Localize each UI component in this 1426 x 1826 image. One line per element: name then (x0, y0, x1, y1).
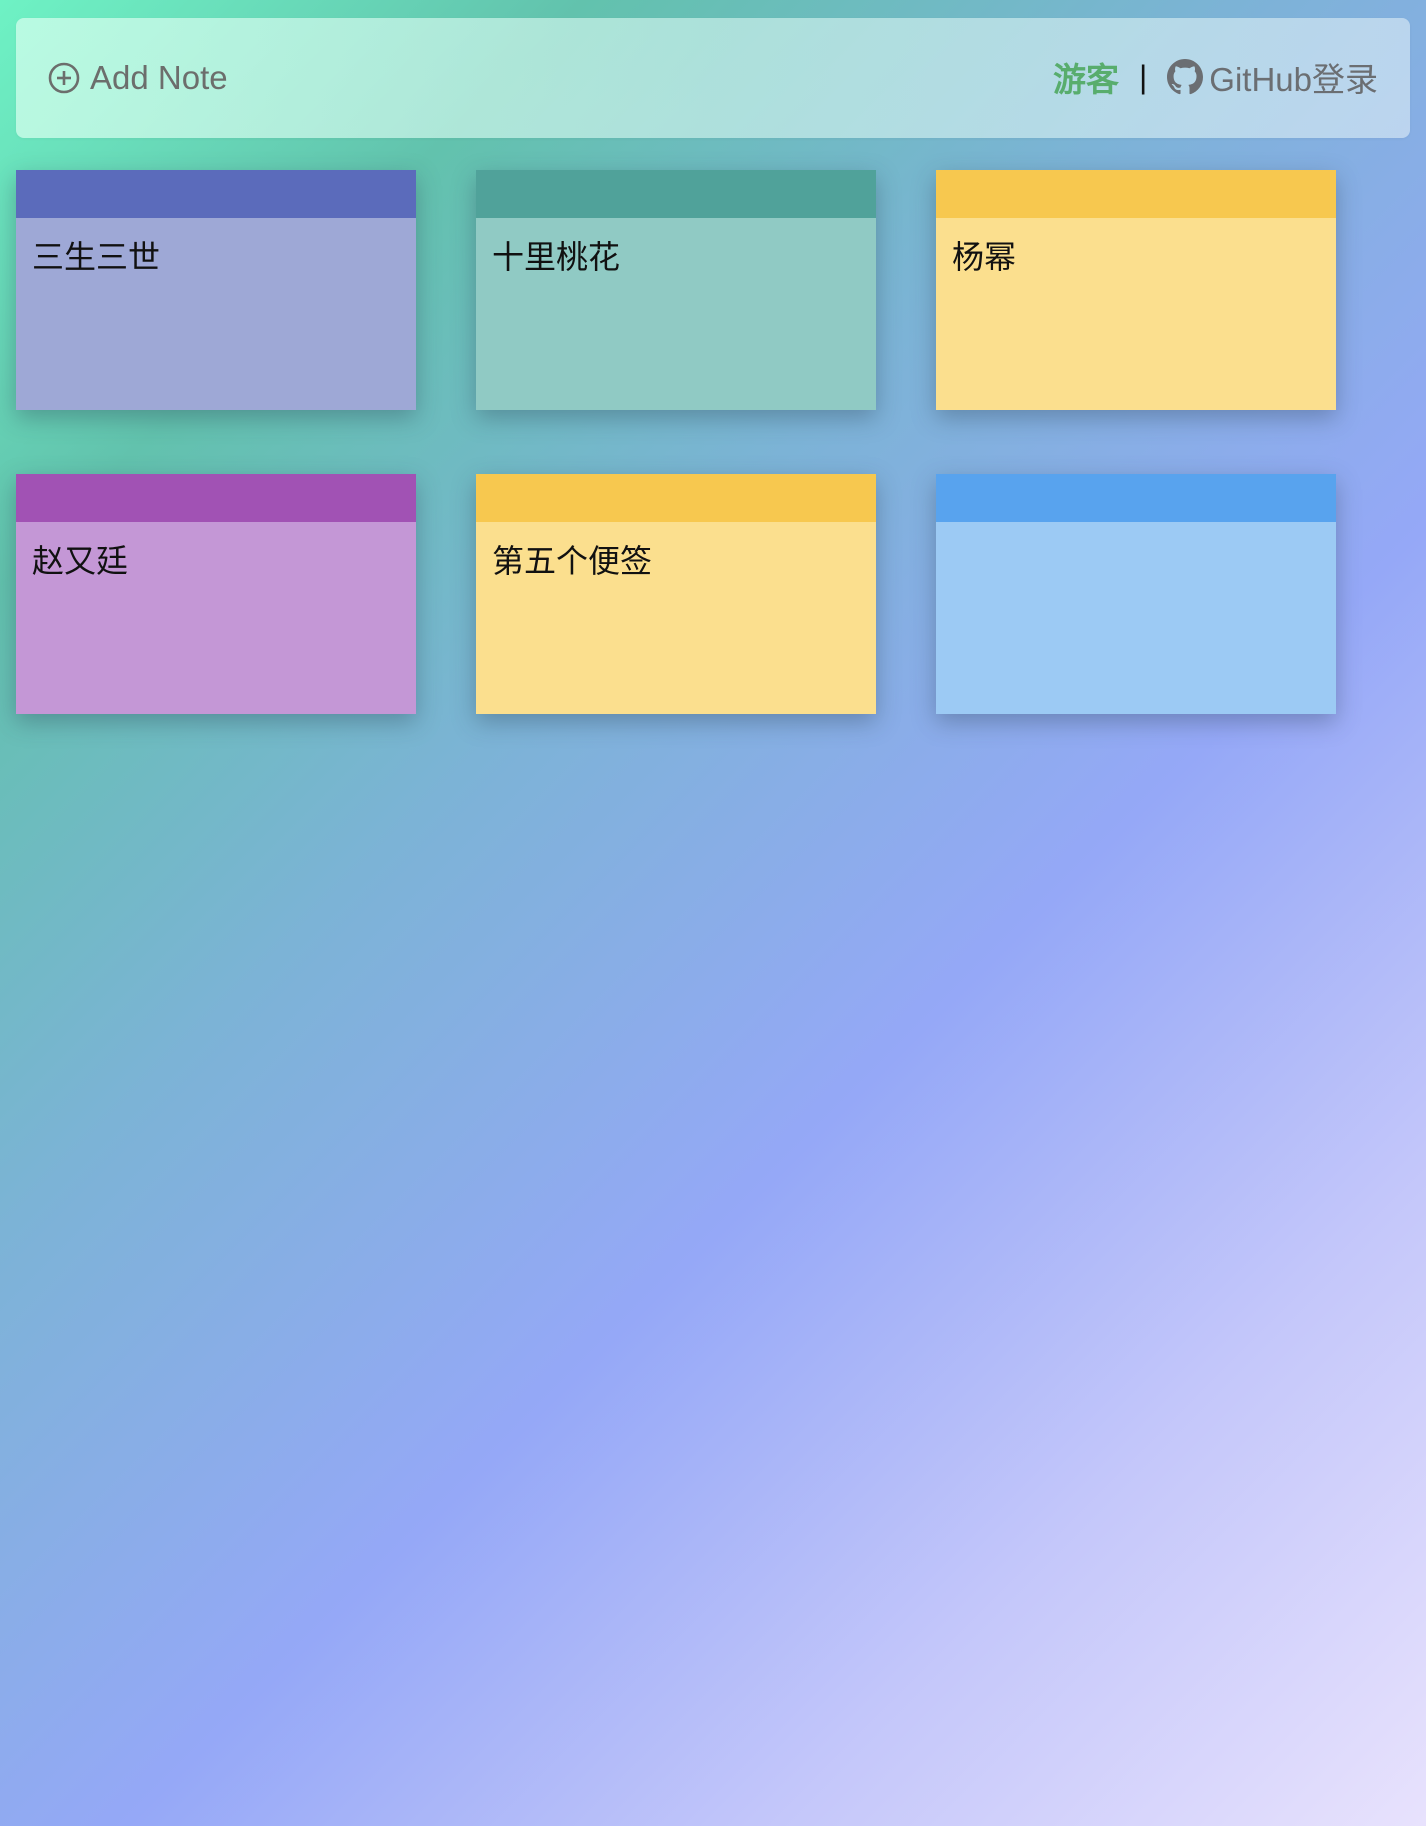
note-card[interactable]: 杨幂 (936, 170, 1336, 410)
note-card[interactable]: 十里桃花 (476, 170, 876, 410)
note-text[interactable] (936, 522, 1336, 562)
add-note-label: Add Note (90, 59, 228, 96)
github-login-label: GitHub登录 (1209, 61, 1378, 98)
github-login-button[interactable]: GitHub登录 (1167, 53, 1378, 101)
note-text[interactable]: 杨幂 (936, 218, 1336, 296)
guest-user-link[interactable]: 游客 (1053, 53, 1119, 101)
note-card[interactable] (936, 474, 1336, 714)
note-card[interactable]: 赵又廷 (16, 474, 416, 714)
note-text[interactable]: 第五个便签 (476, 522, 876, 600)
plus-circle-icon (48, 62, 80, 94)
separator: | (1138, 58, 1148, 95)
github-icon (1167, 59, 1204, 95)
note-header[interactable] (936, 474, 1336, 522)
note-card[interactable]: 三生三世 (16, 170, 416, 410)
note-text[interactable]: 赵又廷 (16, 522, 416, 600)
note-header[interactable] (16, 474, 416, 522)
note-text[interactable]: 十里桃花 (476, 218, 876, 296)
note-card[interactable]: 第五个便签 (476, 474, 876, 714)
note-header[interactable] (476, 474, 876, 522)
top-bar: Add Note 游客 | GitHub登录 (16, 18, 1410, 138)
user-area: 游客 | GitHub登录 (1053, 53, 1378, 101)
note-header[interactable] (476, 170, 876, 218)
note-header[interactable] (936, 170, 1336, 218)
add-note-button[interactable]: Add Note (48, 58, 228, 98)
note-text[interactable]: 三生三世 (16, 218, 416, 296)
note-header[interactable] (16, 170, 416, 218)
